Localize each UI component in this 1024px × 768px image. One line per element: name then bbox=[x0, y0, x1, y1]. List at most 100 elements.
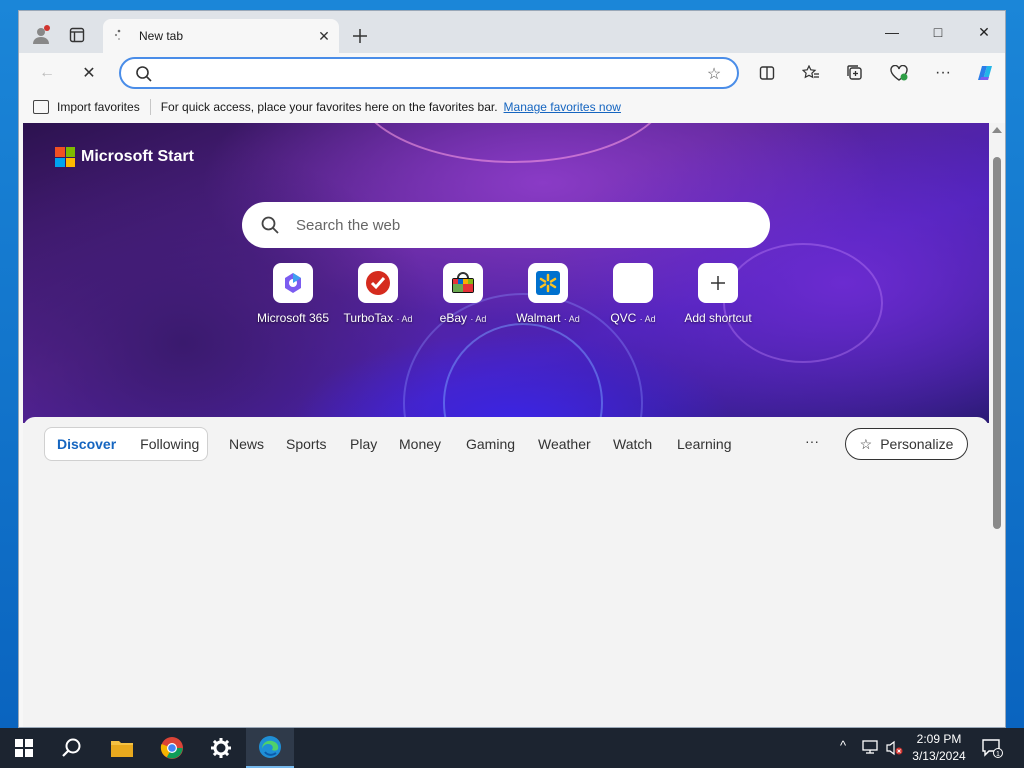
tab-title: New tab bbox=[139, 29, 184, 43]
nav-watch[interactable]: Watch bbox=[613, 436, 652, 452]
brand-label: Microsoft Start bbox=[81, 148, 194, 165]
manage-favorites-link[interactable]: Manage favorites now bbox=[504, 100, 621, 114]
clock-time: 2:09 PM bbox=[916, 732, 962, 746]
toolbar: ← ✕ ☆ ··· bbox=[19, 53, 1005, 93]
nav-news[interactable]: News bbox=[229, 436, 264, 452]
chrome-button[interactable] bbox=[148, 728, 196, 768]
maximize-button[interactable]: □ bbox=[915, 17, 961, 47]
tab-new-tab[interactable]: New tab ✕ bbox=[103, 19, 339, 53]
notification-icon: 1 bbox=[982, 739, 1003, 758]
copilot-icon[interactable] bbox=[971, 59, 999, 87]
address-bar[interactable]: ☆ bbox=[119, 57, 739, 89]
search-button[interactable] bbox=[48, 728, 96, 768]
edge-icon bbox=[259, 736, 281, 758]
scroll-thumb[interactable] bbox=[993, 157, 1001, 529]
edge-button[interactable] bbox=[246, 728, 294, 768]
shortcut-add[interactable]: Add shortcut bbox=[676, 263, 760, 325]
clock-date: 3/13/2024 bbox=[912, 749, 966, 763]
collections-icon[interactable] bbox=[841, 59, 869, 87]
shortcut-microsoft-365[interactable]: Microsoft 365 bbox=[251, 263, 335, 325]
feed-mode-toggle: Discover Following bbox=[44, 427, 208, 461]
tab-strip: New tab ✕ — □ ✕ bbox=[19, 11, 1005, 53]
shortcut-walmart[interactable]: Walmart · Ad bbox=[506, 263, 590, 325]
tray-overflow-chevron-icon[interactable]: ^ bbox=[840, 738, 846, 753]
new-tab-page: Microsoft Start Microsoft 365 TurboTax ·… bbox=[23, 123, 989, 727]
personalize-button[interactable]: ☆ Personalize bbox=[845, 428, 968, 460]
nav-learning[interactable]: Learning bbox=[677, 436, 732, 452]
hero-background: Microsoft Start Microsoft 365 TurboTax ·… bbox=[23, 123, 989, 423]
tab-actions-icon[interactable] bbox=[65, 23, 89, 47]
feed-navigation: Discover Following News Sports Play Mone… bbox=[23, 417, 989, 471]
web-search-input[interactable] bbox=[296, 214, 736, 236]
browser-essentials-icon[interactable] bbox=[885, 59, 913, 87]
page-scrollbar[interactable] bbox=[989, 123, 1005, 727]
shortcut-qvc[interactable]: QVC · Ad bbox=[591, 263, 675, 325]
close-window-button[interactable]: ✕ bbox=[961, 17, 1005, 47]
import-icon bbox=[33, 100, 49, 114]
search-icon bbox=[261, 216, 279, 234]
nav-weather[interactable]: Weather bbox=[538, 436, 591, 452]
plus-icon bbox=[353, 29, 367, 43]
shortcut-label: Walmart bbox=[516, 311, 561, 325]
import-favorites-button[interactable]: Import favorites bbox=[19, 100, 140, 114]
nav-sports[interactable]: Sports bbox=[286, 436, 326, 452]
taskbar: ^ 2:09 PM 3/13/2024 1 bbox=[0, 728, 1024, 768]
scroll-up-arrow-icon[interactable] bbox=[992, 127, 1002, 133]
star-edit-icon: ☆ bbox=[859, 435, 873, 452]
web-search-box[interactable] bbox=[242, 202, 770, 248]
shortcut-label: QVC bbox=[610, 311, 637, 325]
microsoft-start-brand[interactable]: Microsoft Start bbox=[55, 147, 194, 167]
browser-window: New tab ✕ — □ ✕ ← ✕ ☆ ··· Import favorit… bbox=[18, 10, 1006, 728]
shortcut-ebay[interactable]: eBay · Ad bbox=[421, 263, 505, 325]
favorites-icon[interactable] bbox=[797, 59, 825, 87]
split-screen-icon[interactable] bbox=[753, 59, 781, 87]
start-button[interactable] bbox=[0, 728, 48, 768]
shortcut-label: eBay bbox=[439, 311, 467, 325]
favorites-message: For quick access, place your favorites h… bbox=[160, 100, 498, 114]
nav-gaming[interactable]: Gaming bbox=[466, 436, 515, 452]
nav-play[interactable]: Play bbox=[350, 436, 377, 452]
microsoft-logo-icon bbox=[55, 147, 75, 167]
shortcuts-row: Microsoft 365 TurboTax · Ad eBay · Ad Wa… bbox=[251, 263, 761, 333]
stop-button[interactable]: ✕ bbox=[75, 59, 103, 87]
turbotax-icon bbox=[366, 271, 390, 295]
ebay-bag-icon bbox=[452, 272, 474, 293]
new-tab-button[interactable] bbox=[347, 23, 373, 49]
profile-icon[interactable] bbox=[29, 23, 53, 47]
nav-money[interactable]: Money bbox=[399, 436, 441, 452]
network-icon[interactable] bbox=[862, 740, 878, 757]
microsoft-365-icon bbox=[285, 273, 301, 293]
gear-icon bbox=[211, 738, 231, 758]
folder-icon bbox=[111, 741, 133, 757]
back-button[interactable]: ← bbox=[33, 59, 61, 87]
windows-logo-icon bbox=[15, 739, 33, 757]
settings-button[interactable] bbox=[197, 728, 245, 768]
file-explorer-button[interactable] bbox=[98, 728, 146, 768]
close-icon[interactable]: ✕ bbox=[313, 25, 335, 47]
qvc-icon bbox=[613, 263, 653, 303]
walmart-icon bbox=[536, 271, 560, 295]
shortcut-label: TurboTax bbox=[343, 311, 394, 325]
action-center-button[interactable]: 1 bbox=[978, 734, 1006, 762]
search-icon bbox=[136, 66, 152, 82]
loading-spinner-icon bbox=[113, 29, 127, 43]
favorites-bar: Import favorites For quick access, place… bbox=[19, 93, 1005, 121]
chrome-icon bbox=[160, 737, 183, 759]
favorite-star-icon[interactable]: ☆ bbox=[703, 63, 725, 85]
minimize-button[interactable]: — bbox=[869, 17, 915, 47]
volume-muted-icon[interactable] bbox=[886, 740, 904, 759]
system-clock[interactable]: 2:09 PM 3/13/2024 bbox=[908, 731, 970, 765]
address-input[interactable] bbox=[161, 63, 691, 83]
shortcut-label: Microsoft 365 bbox=[256, 311, 330, 325]
import-favorites-label: Import favorites bbox=[57, 100, 140, 114]
shortcut-turbotax[interactable]: TurboTax · Ad bbox=[336, 263, 420, 325]
divider bbox=[149, 99, 151, 115]
search-icon bbox=[62, 738, 81, 757]
settings-more-icon[interactable]: ··· bbox=[929, 59, 957, 87]
tab-discover[interactable]: Discover bbox=[45, 436, 128, 452]
shortcut-label: Add shortcut bbox=[684, 311, 752, 325]
plus-icon bbox=[711, 276, 725, 290]
more-menu-button[interactable]: ··· bbox=[805, 433, 819, 449]
tab-following[interactable]: Following bbox=[128, 436, 211, 452]
notification-count: 1 bbox=[996, 751, 1000, 758]
